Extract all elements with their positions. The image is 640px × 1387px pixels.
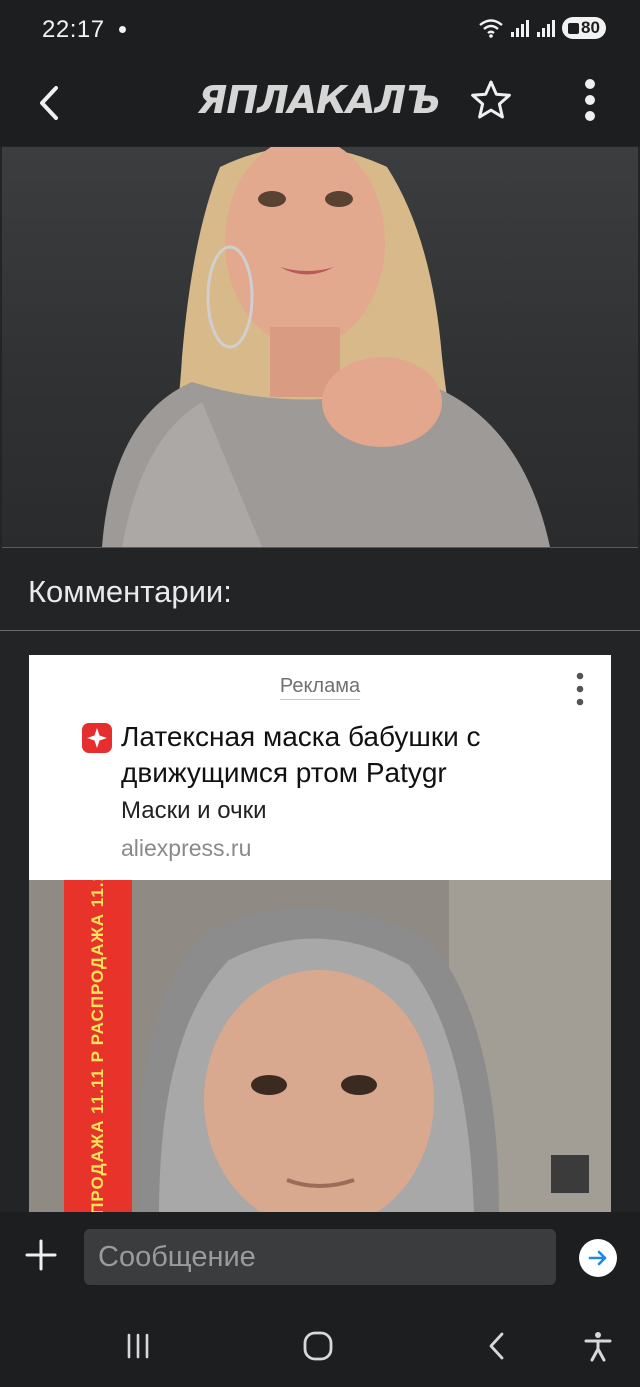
ad-domain[interactable]: aliexpress.ru [121,835,251,862]
ad-subtitle: Маски и очки [121,797,267,824]
more-vertical-icon [585,79,595,121]
accessibility-button[interactable] [576,1324,620,1368]
aliexpress-logo-icon [82,723,112,753]
star-icon [471,80,511,119]
site-logo[interactable]: ЯПЛАКАЛЪ [198,78,441,122]
home-button[interactable] [296,1324,340,1368]
more-vertical-icon [576,672,584,706]
system-back-button[interactable] [475,1324,519,1368]
back-button[interactable] [24,78,74,128]
recent-apps-button[interactable] [116,1324,160,1368]
sale-line: РАСПРОДАЖА 11.11 РАСПРОДАЖА 11.11 Р [88,880,108,1046]
signal-icon [511,20,529,37]
sale-line: РАСПРОДАЖА 11.11 РАСПРОДАЖА 11.11 Р [88,1050,108,1216]
app-header: ЯПЛАКАЛЪ [0,60,640,146]
system-nav-bar [0,1306,640,1387]
wifi-icon [479,19,503,38]
message-input[interactable] [84,1229,556,1285]
post-image[interactable] [2,147,638,548]
status-icons: 80 [478,17,606,39]
post-photo [102,147,550,547]
send-button[interactable] [579,1239,617,1277]
attach-button[interactable] [22,1236,60,1274]
ad-card[interactable]: Реклама Латексная маска бабушки с движущ… [29,655,611,1215]
recent-apps-icon [127,1333,149,1359]
sale-banner-text: РАСПРОДАЖА 11.11 РАСПРОДАЖА 11.11 Р РАСП… [64,880,132,1215]
comments-heading: Комментарии: [28,574,232,609]
accessibility-icon [584,1332,612,1362]
plus-icon [25,1239,57,1271]
ad-label-text: Реклама [279,675,361,700]
battery-level: 80 [581,18,600,37]
home-icon [303,1331,333,1361]
chevron-left-icon [489,1332,504,1360]
status-time: 22:17 [42,16,105,43]
battery-saver-icon [568,22,580,34]
signal-icon [537,20,555,37]
divider [0,630,640,631]
more-options-button[interactable] [570,76,610,128]
message-composer [0,1212,640,1306]
ad-title[interactable]: Латексная маска бабушки с движущимся рто… [121,719,591,791]
favorite-button[interactable] [467,76,515,124]
ad-image[interactable]: РАСПРОДАЖА 11.11 РАСПРОДАЖА 11.11 Р РАСП… [29,880,611,1215]
arrow-right-icon [588,1250,607,1266]
ad-label: Реклама [29,675,611,700]
notification-dot-icon [119,26,126,33]
ad-options-button[interactable] [567,671,593,709]
status-bar: 22:17 80 [0,0,640,60]
battery-icon: 80 [562,17,606,39]
back-arrow-icon [40,86,58,120]
